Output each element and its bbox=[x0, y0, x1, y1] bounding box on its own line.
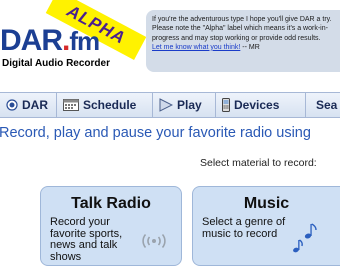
nav-play[interactable]: Play bbox=[153, 93, 216, 117]
logo[interactable]: DAR.fm bbox=[0, 24, 100, 58]
nav-schedule-label: Schedule bbox=[83, 98, 137, 112]
logo-fm: fm bbox=[69, 26, 100, 56]
music-card[interactable]: Music Select a genre of music to record bbox=[192, 186, 340, 266]
nav-dar-label: DAR bbox=[22, 98, 48, 112]
feedback-link[interactable]: Let me know what you think! bbox=[152, 44, 240, 51]
logo-subtitle: Digital Audio Recorder bbox=[2, 58, 110, 69]
music-title: Music bbox=[243, 195, 290, 212]
talk-radio-card[interactable]: Talk Radio Record your favorite sports, … bbox=[40, 186, 182, 266]
radio-waves-icon bbox=[141, 233, 167, 254]
calendar-icon bbox=[63, 99, 79, 111]
play-icon bbox=[159, 98, 173, 112]
notice-text: If you're the adventurous type I hope yo… bbox=[152, 16, 332, 42]
logo-main: DAR bbox=[0, 24, 63, 57]
tagline: Record, play and pause your favorite rad… bbox=[0, 125, 311, 141]
nav-devices[interactable]: Devices bbox=[216, 93, 306, 117]
main-nav: DAR Schedule Play Devices Sea bbox=[0, 92, 340, 118]
select-label: Select material to record: bbox=[200, 157, 317, 169]
notice-signature: -- MR bbox=[242, 43, 260, 51]
music-notes-icon bbox=[289, 221, 323, 260]
header: ALPHA DAR.fm Digital Audio Recorder If y… bbox=[0, 0, 340, 92]
nav-search[interactable]: Sea bbox=[306, 93, 340, 117]
nav-search-label: Sea bbox=[316, 98, 338, 112]
talk-radio-description: Record your favorite sports, news and ta… bbox=[50, 216, 123, 263]
phone-icon bbox=[222, 98, 230, 112]
nav-dar[interactable]: DAR bbox=[0, 93, 57, 117]
nav-play-label: Play bbox=[177, 98, 202, 112]
music-description: Select a genre of music to record bbox=[202, 216, 286, 240]
alpha-notice: If you're the adventurous type I hope yo… bbox=[146, 10, 340, 72]
radio-button-icon bbox=[6, 99, 18, 111]
nav-devices-label: Devices bbox=[234, 98, 280, 112]
talk-radio-title: Talk Radio bbox=[71, 195, 151, 212]
nav-schedule[interactable]: Schedule bbox=[57, 93, 153, 117]
